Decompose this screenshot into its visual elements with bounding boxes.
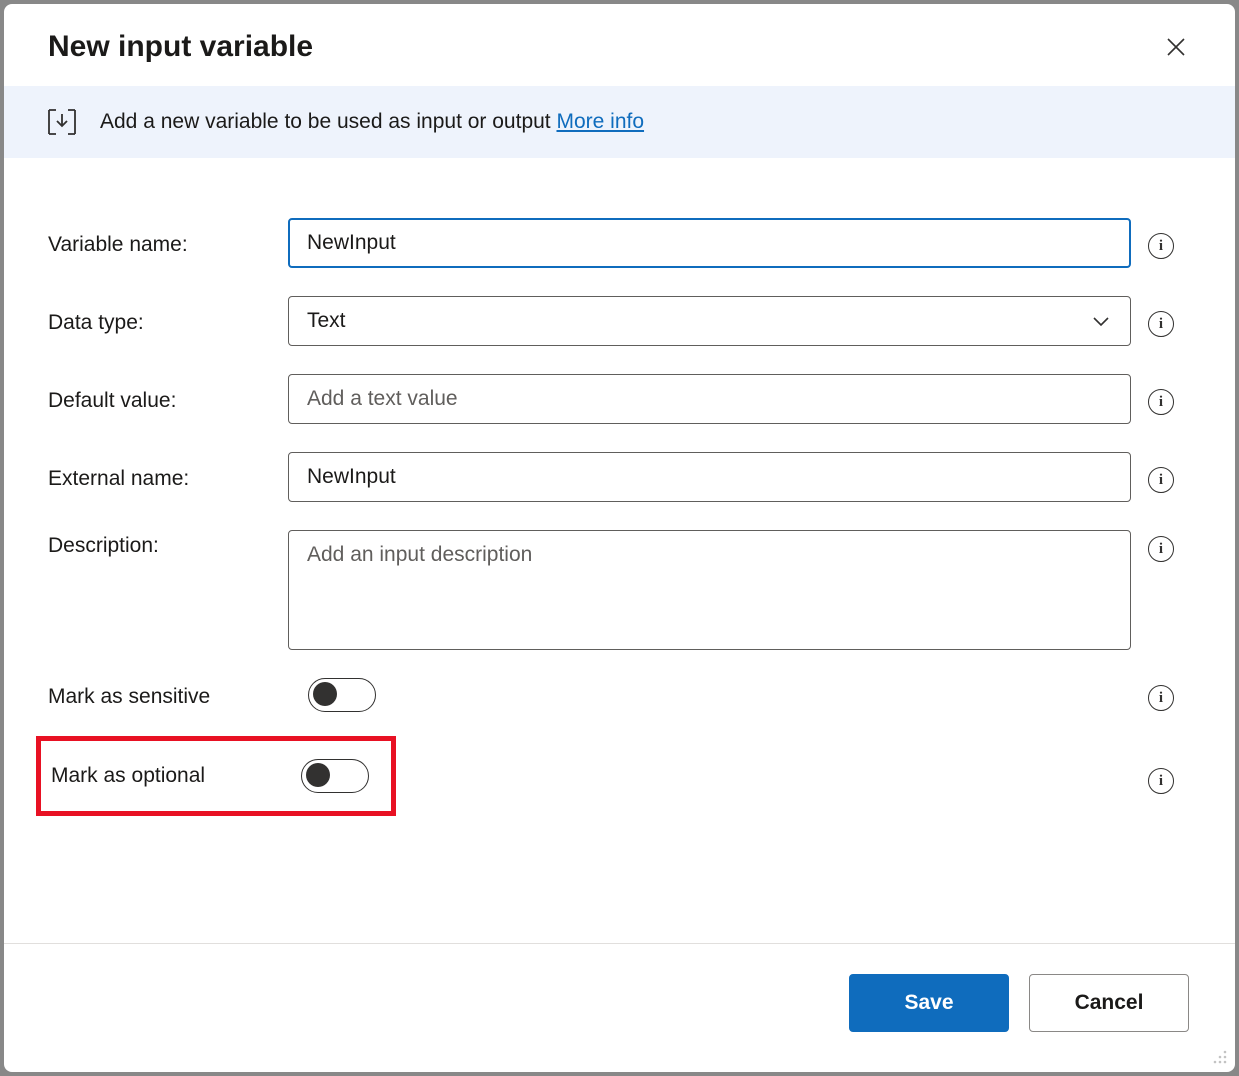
info-bar: Add a new variable to be used as input o… bbox=[4, 86, 1235, 158]
dialog-footer: Save Cancel bbox=[4, 943, 1235, 1072]
resize-grip-icon[interactable] bbox=[1211, 1048, 1229, 1066]
default-value-input[interactable] bbox=[288, 374, 1131, 424]
row-optional: Mark as optional i bbox=[48, 740, 1191, 816]
info-text: Add a new variable to be used as input o… bbox=[100, 110, 644, 134]
info-icon-default-value[interactable]: i bbox=[1148, 389, 1174, 415]
label-optional: Mark as optional bbox=[51, 764, 301, 788]
save-button[interactable]: Save bbox=[849, 974, 1009, 1032]
optional-toggle[interactable] bbox=[301, 759, 369, 793]
info-icon-sensitive[interactable]: i bbox=[1148, 685, 1174, 711]
info-icon-variable-name[interactable]: i bbox=[1148, 233, 1174, 259]
row-description: Description: i bbox=[48, 530, 1191, 650]
chevron-down-icon bbox=[1090, 310, 1112, 332]
label-description: Description: bbox=[48, 530, 288, 558]
data-type-value: Text bbox=[307, 309, 346, 333]
info-icon-optional[interactable]: i bbox=[1148, 768, 1174, 794]
close-button[interactable] bbox=[1161, 32, 1191, 62]
optional-highlight: Mark as optional bbox=[36, 736, 396, 816]
row-variable-name: Variable name: i bbox=[48, 218, 1191, 268]
row-default-value: Default value: i bbox=[48, 374, 1191, 424]
dialog-title: New input variable bbox=[48, 30, 313, 64]
external-name-input[interactable] bbox=[288, 452, 1131, 502]
label-default-value: Default value: bbox=[48, 385, 288, 413]
variable-name-input[interactable] bbox=[288, 218, 1131, 268]
more-info-link[interactable]: More info bbox=[556, 110, 644, 133]
close-icon bbox=[1166, 37, 1186, 57]
form-area: Variable name: i Data type: Text i Defau… bbox=[4, 158, 1235, 943]
label-data-type: Data type: bbox=[48, 307, 288, 335]
input-icon bbox=[48, 108, 76, 136]
row-data-type: Data type: Text i bbox=[48, 296, 1191, 346]
row-sensitive: Mark as sensitive i bbox=[48, 678, 1191, 712]
toggle-knob bbox=[313, 682, 337, 706]
sensitive-toggle[interactable] bbox=[308, 678, 376, 712]
toggle-knob bbox=[306, 763, 330, 787]
info-icon-data-type[interactable]: i bbox=[1148, 311, 1174, 337]
new-input-variable-dialog: New input variable Add a new variable to… bbox=[4, 4, 1235, 1072]
info-icon-external-name[interactable]: i bbox=[1148, 467, 1174, 493]
info-icon-description[interactable]: i bbox=[1148, 536, 1174, 562]
cancel-button[interactable]: Cancel bbox=[1029, 974, 1189, 1032]
row-external-name: External name: i bbox=[48, 452, 1191, 502]
label-variable-name: Variable name: bbox=[48, 229, 288, 257]
dialog-header: New input variable bbox=[4, 4, 1235, 86]
label-sensitive: Mark as sensitive bbox=[48, 681, 308, 709]
data-type-select[interactable]: Text bbox=[288, 296, 1131, 346]
description-input[interactable] bbox=[288, 530, 1131, 650]
label-external-name: External name: bbox=[48, 463, 288, 491]
